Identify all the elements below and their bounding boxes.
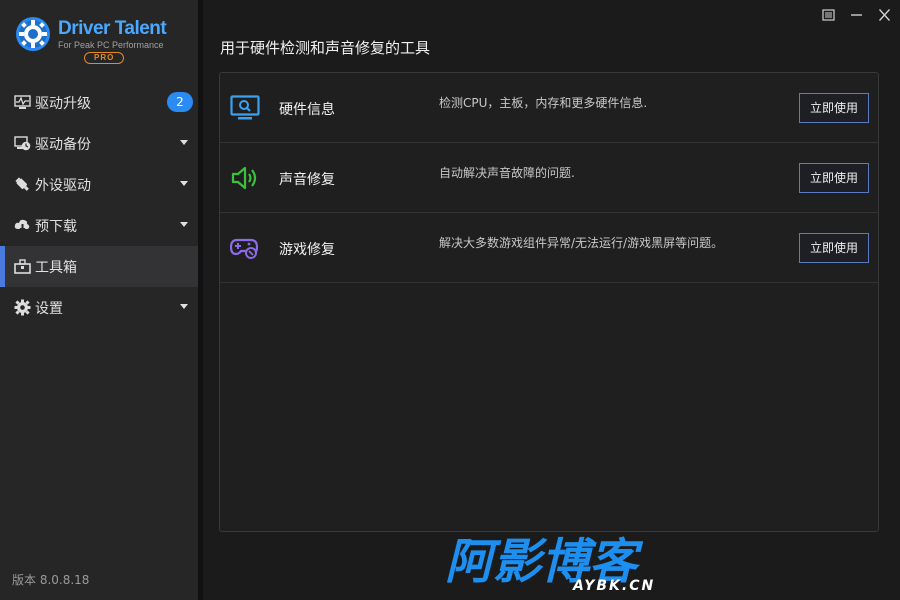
close-icon [878,9,890,21]
sidebar-item-driver-backup[interactable]: 驱动备份 [0,123,198,164]
tool-row-sound-repair: 声音修复 自动解决声音故障的问题. 立即使用 [220,143,878,213]
tool-name: 游戏修复 [279,242,335,258]
sidebar-item-peripheral-drivers[interactable]: 外设驱动 [0,164,198,205]
tool-name: 声音修复 [279,172,335,188]
chevron-down-icon[interactable] [180,181,188,186]
app-logo: Driver Talent For Peak PC Performance PR… [0,0,198,82]
sidebar-item-predownload[interactable]: 预下载 [0,205,198,246]
page-title: 用于硬件检测和声音修复的工具 [220,39,431,57]
tool-description: 检测CPU，主板，内存和更多硬件信息. [439,96,648,110]
chevron-down-icon[interactable] [180,140,188,145]
menu-icon [821,9,835,21]
usb-plug-icon [13,176,31,194]
monitor-search-icon [230,95,260,120]
toolbox-icon [13,258,31,276]
gamepad-icon [230,238,259,259]
watermark-subtext: AYBK.CN [572,578,655,594]
tool-row-game-repair: 游戏修复 解决大多数游戏组件异常/无法运行/游戏黑屏等问题。 立即使用 [220,213,878,283]
sidebar: Driver Talent For Peak PC Performance PR… [0,0,198,600]
sidebar-item-label: 驱动升级 [35,95,91,112]
edition-badge: PRO [84,52,125,64]
watermark-logo: 阿影博客 AYBK.CN [445,534,655,594]
sidebar-item-label: 外设驱动 [35,177,91,194]
minimize-button[interactable] [848,6,864,24]
cloud-download-icon [13,217,31,235]
use-now-button-game-repair[interactable]: 立即使用 [799,233,869,263]
app-window: Driver Talent For Peak PC Performance PR… [0,0,900,600]
tool-row-hardware-info: 硬件信息 检测CPU，主板，内存和更多硬件信息. 立即使用 [220,73,878,143]
logo-gear-icon [16,17,50,51]
brand-tagline: For Peak PC Performance [58,40,164,50]
tools-panel: 硬件信息 检测CPU，主板，内存和更多硬件信息. 立即使用 声音修复 自动解决声… [219,72,879,532]
use-now-button-hardware-info[interactable]: 立即使用 [799,93,869,123]
sidebar-item-settings[interactable]: 设置 [0,287,198,328]
backup-clock-icon [13,135,31,153]
window-controls [820,6,892,24]
sidebar-item-driver-update[interactable]: 驱动升级 2 [0,82,198,123]
gear-icon [13,299,31,317]
minimize-icon [850,14,862,16]
menu-button[interactable] [820,6,836,24]
sidebar-item-label: 设置 [35,300,63,317]
chevron-down-icon[interactable] [180,222,188,227]
sidebar-item-label: 工具箱 [35,259,77,276]
update-count-badge: 2 [167,92,193,112]
tool-name: 硬件信息 [279,102,335,118]
use-now-button-sound-repair[interactable]: 立即使用 [799,163,869,193]
tool-description: 解决大多数游戏组件异常/无法运行/游戏黑屏等问题。 [439,236,724,250]
sidebar-item-label: 预下载 [35,218,77,235]
speaker-icon [231,166,257,190]
sidebar-item-toolbox[interactable]: 工具箱 [0,246,198,287]
main-content: 用于硬件检测和声音修复的工具 硬件信息 检测CPU，主板，内存和更多硬件信息. … [203,0,900,600]
close-button[interactable] [876,6,892,24]
version-label: 版本 8.0.8.18 [12,573,90,587]
sidebar-item-label: 驱动备份 [35,136,91,153]
chevron-down-icon[interactable] [180,304,188,309]
brand-name: Driver Talent [58,18,167,39]
tool-description: 自动解决声音故障的问题. [439,166,575,180]
monitor-pulse-icon [13,94,31,112]
